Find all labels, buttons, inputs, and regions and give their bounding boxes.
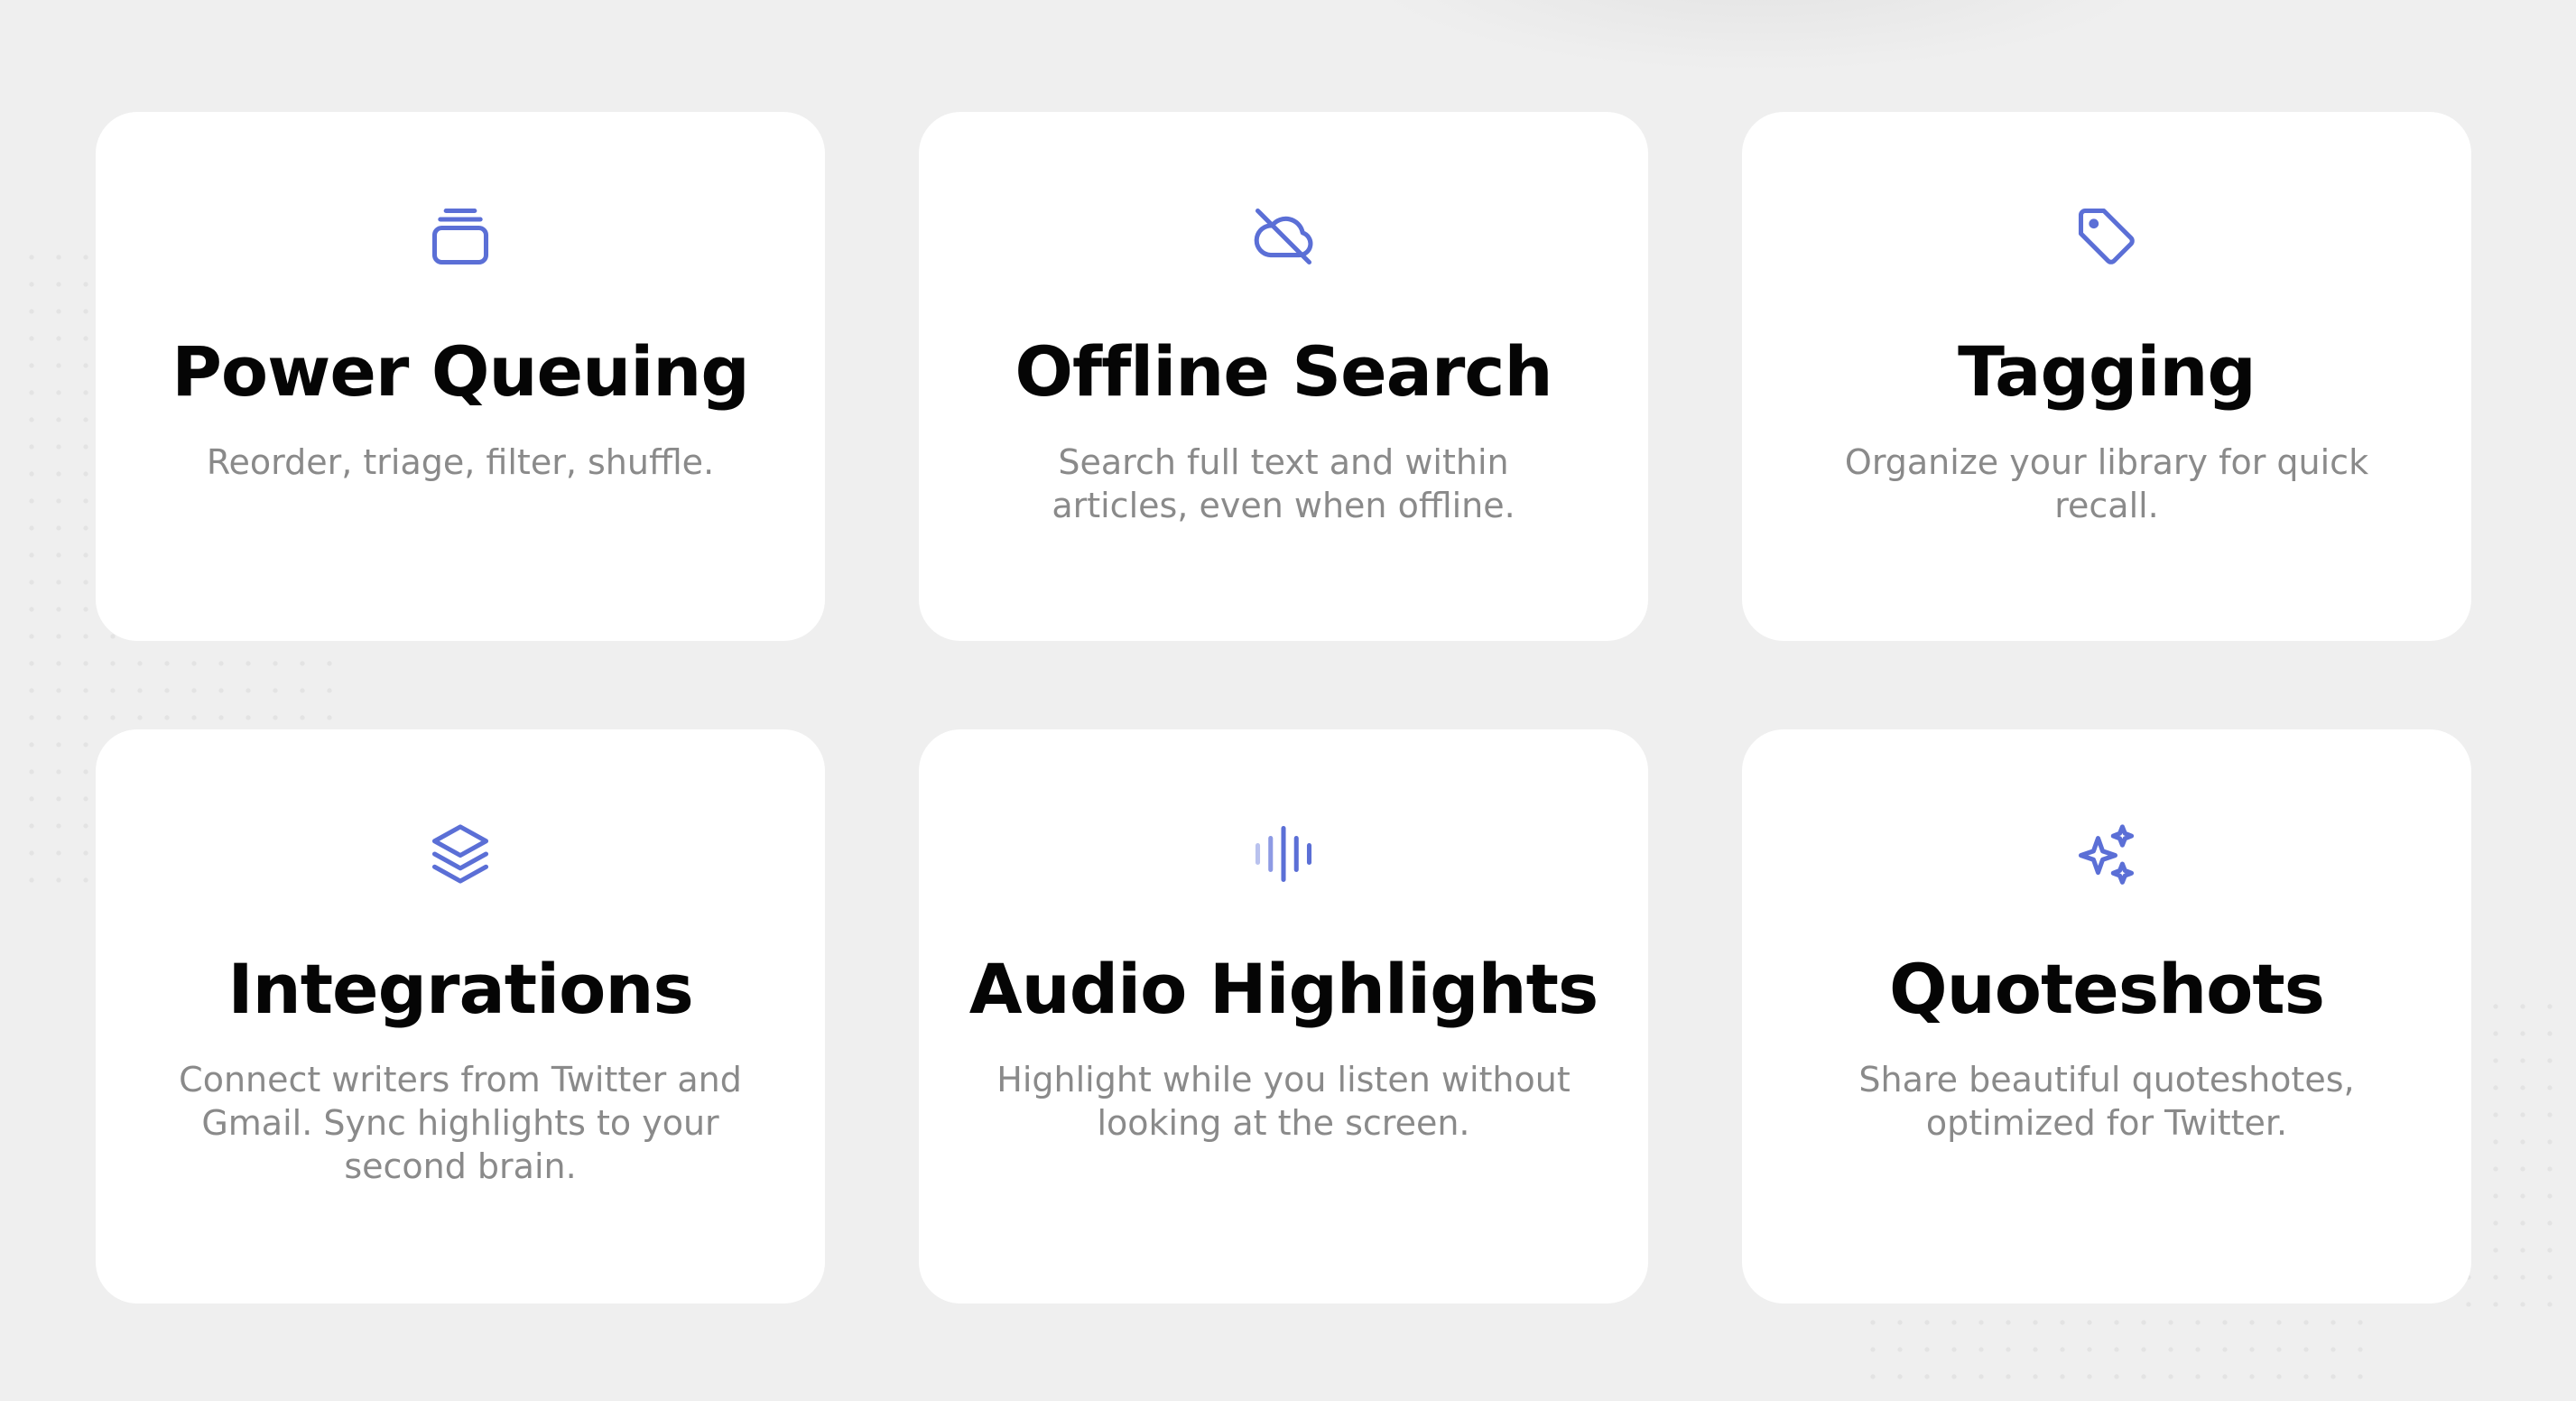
layers-icon: [426, 820, 495, 888]
feature-card-offline-search: Offline Search Search full text and with…: [919, 112, 1648, 641]
background-glow: [1354, 0, 2166, 72]
cloud-off-icon: [1249, 202, 1318, 271]
feature-card-audio-highlights: Audio Highlights Highlight while you lis…: [919, 729, 1648, 1304]
feature-grid: Power Queuing Reorder, triage, filter, s…: [96, 112, 2471, 1304]
feature-title: Quoteshots: [1889, 949, 2325, 1029]
feature-card-integrations: Integrations Connect writers from Twitte…: [96, 729, 825, 1304]
sparkles-icon: [2072, 820, 2141, 888]
feature-description: Connect writers from Twitter and Gmail. …: [179, 1060, 742, 1186]
feature-card-quoteshots: Quoteshots Share beautiful quoteshotes, …: [1742, 729, 2471, 1304]
feature-title: Audio Highlights: [968, 949, 1598, 1029]
stack-icon: [426, 202, 495, 271]
feature-title: Offline Search: [1015, 331, 1552, 412]
feature-description: Search full text and within articles, ev…: [1052, 442, 1515, 525]
feature-title: Power Queuing: [171, 331, 750, 412]
feature-description: Share beautiful quoteshotes, optimized f…: [1858, 1060, 2355, 1143]
tag-icon: [2072, 202, 2141, 271]
feature-card-power-queuing: Power Queuing Reorder, triage, filter, s…: [96, 112, 825, 641]
feature-title: Integrations: [227, 949, 693, 1029]
feature-description: Organize your library for quick recall.: [1844, 442, 2369, 525]
feature-description: Highlight while you listen without looki…: [996, 1060, 1571, 1143]
feature-description: Reorder, triage, filter, shuffle.: [206, 442, 715, 482]
feature-title: Tagging: [1958, 331, 2256, 412]
dot-pattern-right: [2455, 993, 2563, 1318]
feature-card-tagging: Tagging Organize your library for quick …: [1742, 112, 2471, 641]
audio-waveform-icon: [1249, 820, 1318, 888]
